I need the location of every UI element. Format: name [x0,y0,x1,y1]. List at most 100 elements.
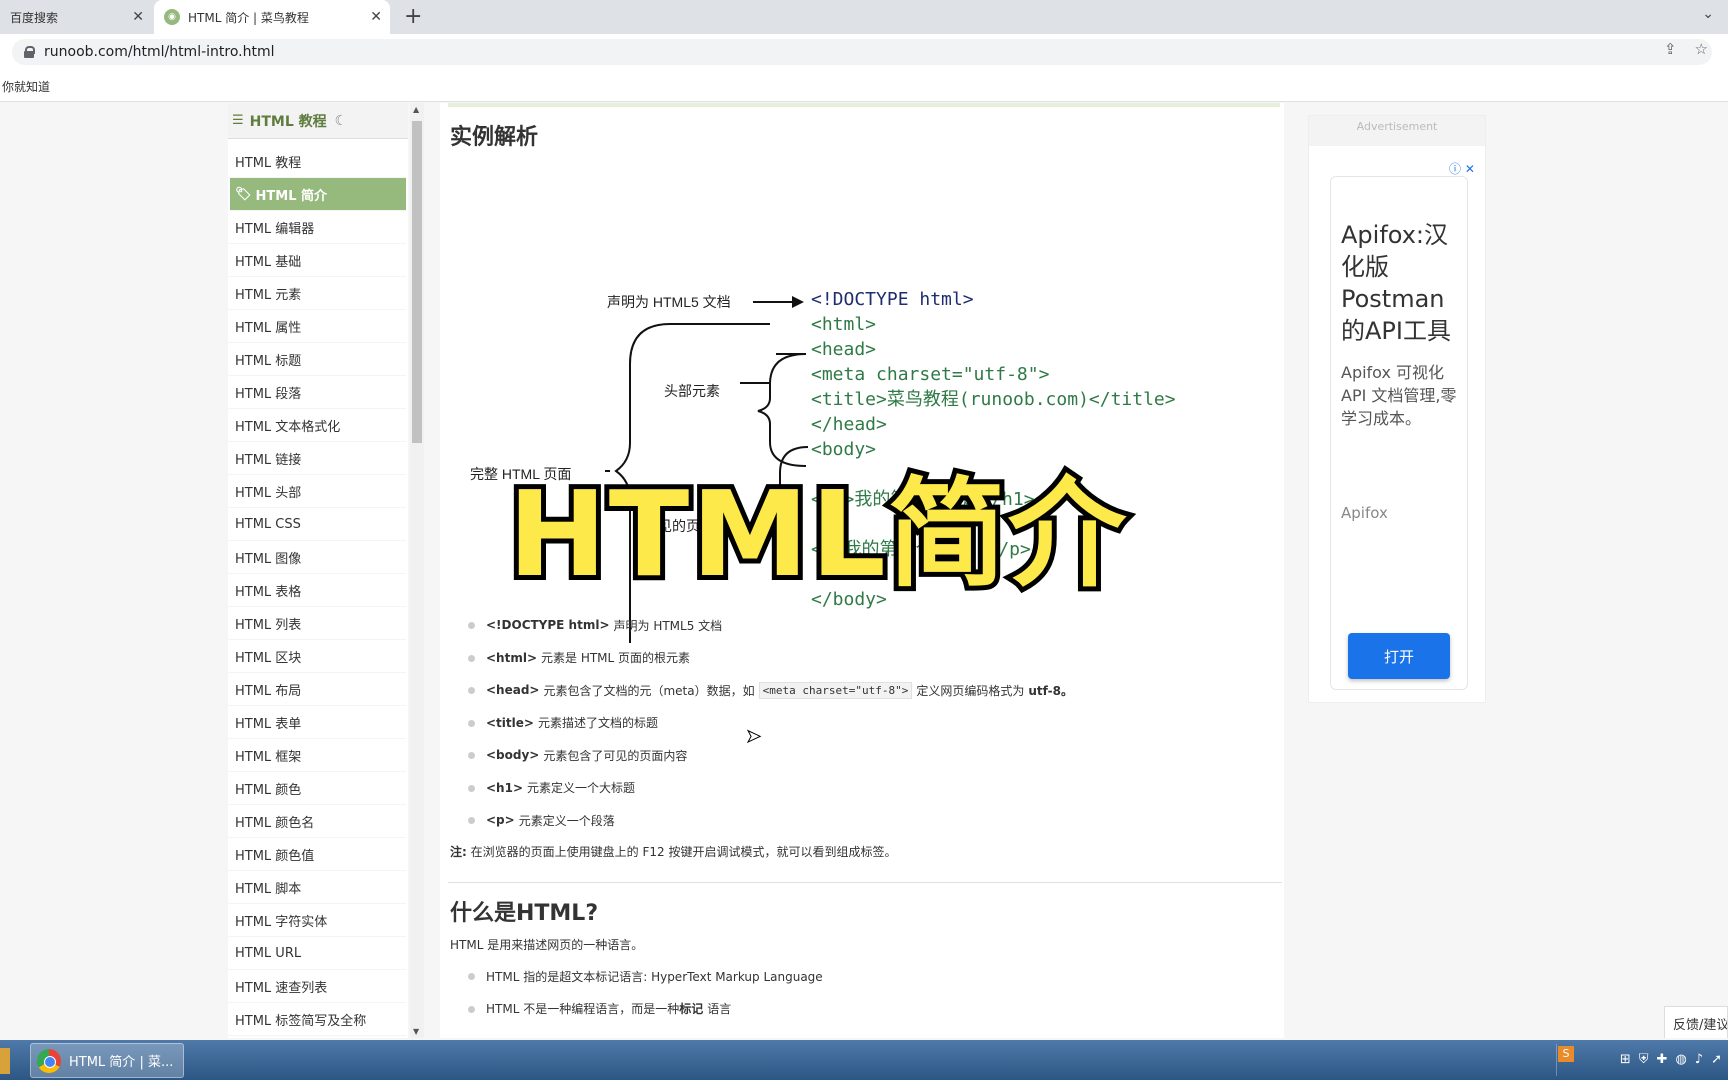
sidebar-item[interactable]: HTML 表格 [228,574,406,607]
star-icon[interactable]: ☆ [1695,40,1708,58]
moon-icon[interactable]: ☾ [335,113,348,129]
runoob-favicon-icon: ◉ [164,9,180,25]
encoding-bold: utf-8。 [1028,683,1073,698]
code-head-open: <head> [811,339,876,360]
mouse-cursor-icon: ➤ [745,726,762,748]
sidebar-item[interactable]: HTML 脚本 [228,871,406,904]
sidebar-item[interactable]: HTML 框架 [228,739,406,772]
tab-html-intro[interactable]: ◉ HTML 简介 | 菜鸟教程 ✕ [154,0,390,34]
note: 注: 在浏览器的页面上使用键盘上的 F12 按键开启调试模式，就可以看到组成标签… [450,843,896,860]
sidebar-item[interactable]: HTML 基础 [228,244,406,277]
list-item: <!DOCTYPE html> 声明为 HTML5 文档 [464,609,1077,642]
url-input[interactable]: runoob.com/html/html-intro.html [12,39,1712,65]
ad-description[interactable]: Apifox 可视化API 文档管理,零学习成本。 [1341,361,1457,430]
start-button[interactable] [0,1048,10,1074]
list-item: HTML 指的是超文本标记语言: HyperText Markup Langua… [464,960,823,993]
new-tab-icon[interactable]: + [404,4,422,29]
sidebar-item[interactable]: HTML 速查列表 [228,970,406,1003]
html-definition-list: HTML 指的是超文本标记语言: HyperText Markup Langua… [464,960,823,1025]
sidebar-item[interactable]: HTML 表单 [228,706,406,739]
sidebar-scrollbar[interactable]: ▲ ▼ [410,103,424,1038]
inline-code: <meta charset="utf-8"> [758,681,913,699]
globe-icon[interactable]: ◍ [1675,1052,1686,1067]
tag-name: <title> [486,715,534,730]
sidebar-item[interactable]: HTML 头部 [228,475,406,508]
info-icon[interactable]: ⓘ [1449,162,1461,176]
ad-card[interactable]: Apifox:汉化版Postman的API工具 Apifox 可视化API 文档… [1330,176,1468,690]
code-head-close: </head> [811,414,887,435]
sidebar-item[interactable]: HTML 教程 [228,145,406,178]
section-title: 什么是HTML? [450,901,599,926]
code-meta: <meta charset="utf-8"> [811,364,1050,385]
ad-brand[interactable]: Apifox [1341,504,1457,522]
ad-label: Advertisement [1309,116,1485,146]
sidebar-item[interactable]: HTML 图像 [228,541,406,574]
label-head: 头部元素 [664,383,720,399]
volume-icon[interactable]: ♪ [1695,1052,1703,1067]
sidebar-item[interactable]: HTML 区块 [228,640,406,673]
sidebar-item[interactable]: HTML 列表 [228,607,406,640]
feedback-button[interactable]: 反馈/建议 [1664,1006,1728,1038]
network-icon[interactable]: ⊞ [1620,1052,1631,1067]
arrow-icon[interactable]: ➚ [1711,1052,1722,1067]
security-icon[interactable]: ✚ [1657,1052,1668,1067]
taskbar-chrome-item[interactable]: HTML 简介 | 菜... [30,1043,184,1078]
tag-explanation-list: <!DOCTYPE html> 声明为 HTML5 文档 <html> 元素是 HT… [464,609,1077,837]
sidebar-item[interactable]: HTML 布局 [228,673,406,706]
tab-close-icon[interactable]: ✕ [132,9,144,25]
ad-title[interactable]: Apifox:汉化版Postman的API工具 [1341,219,1457,347]
code-title: <title>菜鸟教程(runoob.com)</title> [811,389,1176,410]
lock-icon[interactable] [24,46,35,58]
tab-baidu[interactable]: 百度搜索 ✕ [0,0,152,34]
scroll-down-icon[interactable]: ▼ [413,1027,419,1036]
tag-name: <body> [486,748,540,763]
tag-desc: 元素是 HTML 页面的根元素 [541,651,691,666]
tag-icon: 🏷 [235,186,252,202]
sidebar-item[interactable]: HTML 标题 [228,343,406,376]
sidebar-item[interactable]: HTML CSS [228,508,406,541]
sidebar-item-active[interactable]: 🏷 HTML 简介 [230,178,406,211]
tag-desc: 元素定义一个大标题 [527,781,636,796]
ad-open-button[interactable]: 打开 [1348,633,1450,679]
sidebar-item[interactable]: HTML 颜色 [228,772,406,805]
list-text-2: 语言 [707,1002,732,1017]
tag-desc: 元素包含了可见的页面内容 [543,748,688,763]
sidebar-item[interactable]: HTML 链接 [228,442,406,475]
list-item: HTML 不是一种编程语言，而是一种 标记 语言 [464,993,823,1026]
divider [1556,1044,1557,1076]
list-text: HTML 指的是超文本标记语言: HyperText Markup Langua… [486,969,823,984]
code-html-open: <html> [811,314,876,335]
scrollbar-thumb[interactable] [412,121,422,443]
sidebar-item[interactable]: HTML 标签简写及全称 [228,1003,406,1036]
sidebar-item[interactable]: HTML 元素 [228,277,406,310]
tab-close-icon[interactable]: ✕ [370,9,382,25]
browser-tab-bar: 百度搜索 ✕ ◉ HTML 简介 | 菜鸟教程 ✕ + ⌄ [0,0,1728,34]
tag-desc: 声明为 HTML5 文档 [613,618,723,633]
close-icon[interactable]: ✕ [1465,162,1475,176]
ad-controls: ⓘ ✕ [1449,160,1475,177]
input-method-icon[interactable]: S [1558,1046,1574,1062]
scroll-up-icon[interactable]: ▲ [413,105,419,114]
sidebar-nav: HTML 教程 🏷 HTML 简介 HTML 编辑器 HTML 基础 HTML 元… [228,145,408,1036]
sidebar-item[interactable]: HTML 颜色名 [228,805,406,838]
tag-desc: 元素描述了文档的标题 [537,716,658,731]
arrow-head-icon [792,296,804,308]
share-icon[interactable]: ⇪ [1664,40,1677,58]
bookmark-item[interactable]: 你就知道 [2,80,50,94]
divider [448,103,1280,107]
sidebar-item[interactable]: HTML 编辑器 [228,211,406,244]
tag-name: <!DOCTYPE html> [486,618,610,633]
sidebar-item[interactable]: HTML 字符实体 [228,904,406,937]
sidebar-item[interactable]: HTML 段落 [228,376,406,409]
sidebar-item-label: HTML 简介 [255,188,328,204]
sidebar-item[interactable]: HTML 属性 [228,310,406,343]
sidebar-item[interactable]: HTML 文本格式化 [228,409,406,442]
list-icon: ☰ [232,113,244,128]
list-item: <head> 元素包含了文档的元（meta）数据，如 <meta charset="… [464,674,1077,707]
list-item: <p> 元素定义一个段落 [464,804,1077,837]
tag-desc: 元素定义一个段落 [518,813,615,828]
chevron-down-icon[interactable]: ⌄ [1702,6,1714,22]
shield-icon[interactable]: ⛨ [1639,1052,1649,1067]
sidebar-item[interactable]: HTML URL [228,937,406,970]
sidebar-item[interactable]: HTML 颜色值 [228,838,406,871]
